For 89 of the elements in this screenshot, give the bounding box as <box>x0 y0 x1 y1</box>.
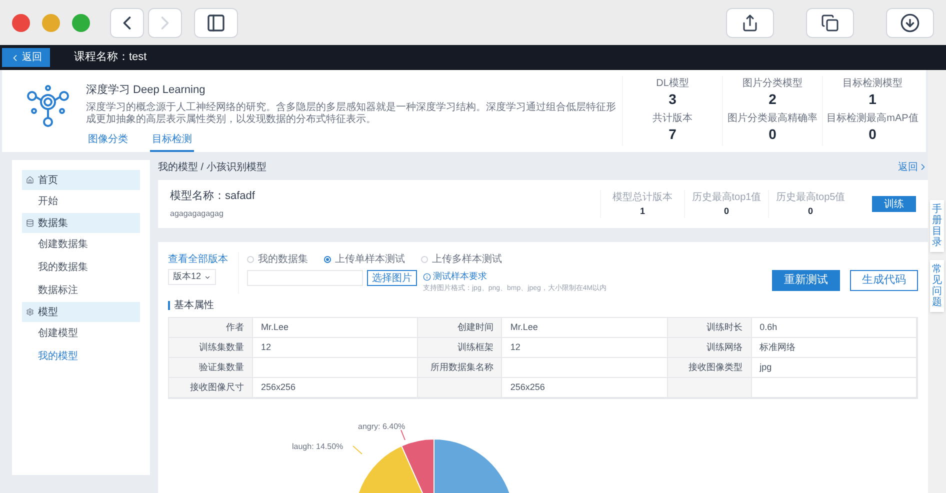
attribute-label-cell: 训练网络 <box>668 338 752 358</box>
group-icon <box>26 308 34 316</box>
back-button[interactable] <box>110 8 144 38</box>
sidebar-icon <box>206 12 226 32</box>
attribute-value-cell: Mr.Lee <box>502 318 668 338</box>
sidebar-group[interactable]: 数据集 <box>22 213 140 233</box>
sidebar-item[interactable]: 创建数据集 <box>22 233 140 256</box>
stat-value: 0 <box>768 126 776 142</box>
choose-image-button[interactable]: 选择图片 <box>367 270 417 286</box>
duplicate-button[interactable] <box>806 8 854 38</box>
share-icon <box>741 14 759 32</box>
course-tab[interactable]: 图像分类 <box>86 132 130 152</box>
generate-code-button[interactable]: 生成代码 <box>850 270 918 291</box>
slice-label: angry: 6.40% <box>358 421 406 433</box>
attribute-label-cell: 作者 <box>169 318 253 338</box>
stat-label: DL模型 <box>656 76 689 91</box>
section-title: 基本属性 <box>174 298 214 313</box>
stat-value: 1 <box>640 204 645 218</box>
sidebar-group[interactable]: 首页 <box>22 170 140 190</box>
network-icon <box>26 84 70 128</box>
attribute-label-cell: 训练时长 <box>668 318 752 338</box>
stat-label: 图片分类模型 <box>742 76 802 91</box>
stat-label: 历史最高top1值 <box>692 190 762 205</box>
attribute-label-cell: 训练框架 <box>418 338 502 358</box>
attribute-label-cell: 接收图像类型 <box>668 358 752 378</box>
download-icon <box>900 12 920 32</box>
return-link[interactable]: 返回 <box>898 160 928 174</box>
model-name: 模型名称：safadf <box>170 188 255 204</box>
leader-line <box>352 445 364 455</box>
train-button[interactable]: 训练 <box>872 196 916 212</box>
all-versions-link[interactable]: 查看全部版本 <box>168 252 238 267</box>
attribute-label-cell: 所用数据集名称 <box>418 358 502 378</box>
attribute-label-cell: 接收图像尺寸 <box>169 378 253 398</box>
share-button[interactable] <box>726 8 774 38</box>
stat-label: 历史最高top5值 <box>776 190 846 205</box>
close-icon[interactable] <box>12 14 30 32</box>
stat-label: 目标检测最高mAP值 <box>826 112 918 126</box>
sidebar-group[interactable]: 模型 <box>22 302 140 322</box>
stat-label: 共计版本 <box>652 112 692 126</box>
section-marker <box>168 301 170 310</box>
stat-value: 3 <box>668 91 676 107</box>
stat-label: 模型总计版本 <box>612 190 672 205</box>
attribute-value-cell: 0.6h <box>752 318 917 338</box>
course-description: 深度学习的概念源于人工神经网络的研究。含多隐层的多层感知器就是一种深度学习结构。深度学习通过组合低层特征形成更加抽象的高层表示属性类别，以发现数据的分布式特征表示。 <box>86 102 616 126</box>
breadcrumb: 我的模型 / 小孩识别模型 <box>158 160 266 174</box>
retest-button[interactable]: 重新测试 <box>772 270 840 291</box>
back-link-button[interactable]: 返回 <box>2 48 50 67</box>
side-tab[interactable]: 常见问题 <box>930 260 944 312</box>
stat-value: 2 <box>768 91 776 107</box>
attribute-label-cell: 训练集数量 <box>169 338 253 358</box>
info-icon <box>423 272 431 281</box>
course-tab[interactable]: 目标检测 <box>150 132 194 152</box>
stat-value: 7 <box>668 126 676 142</box>
attribute-value-cell: 标准网络 <box>752 338 917 358</box>
side-tab[interactable]: 手册目录 <box>930 200 944 252</box>
attribute-value-cell: 256x256 <box>502 378 668 398</box>
stat-value: 0 <box>808 204 813 218</box>
stat-value: 1 <box>868 91 876 107</box>
sidebar-toggle-button[interactable] <box>194 8 238 38</box>
course-name: 课程名称：test <box>74 50 147 66</box>
group-icon <box>26 219 34 227</box>
file-path-field[interactable] <box>247 270 363 286</box>
copy-icon <box>821 14 839 32</box>
attribute-value-cell: 256x256 <box>253 378 418 398</box>
attribute-value-cell: jpg <box>752 358 917 378</box>
slice-label: laugh: 14.50% <box>292 441 344 453</box>
attribute-label-cell: 创建时间 <box>418 318 502 338</box>
stat-label: 图片分类最高精确率 <box>728 112 818 126</box>
course-title: 深度学习 Deep Learning <box>86 82 206 98</box>
source-radio[interactable]: 上传多样本测试 <box>421 252 502 267</box>
caret-icon <box>204 274 211 280</box>
requirements-link[interactable]: 测试样本要求 <box>423 270 607 284</box>
sidebar-item[interactable]: 数据标注 <box>22 279 140 302</box>
stat-label: 目标检测模型 <box>842 76 902 91</box>
sidebar-item[interactable]: 创建模型 <box>22 322 140 345</box>
stat-value: 0 <box>868 126 876 142</box>
version-select[interactable]: 版本12 <box>168 269 216 285</box>
model-description: agagagagagag <box>170 208 224 220</box>
source-radio[interactable]: 我的数据集 <box>247 252 308 267</box>
group-icon <box>26 176 34 184</box>
stat-value: 0 <box>724 204 729 218</box>
sidebar-item[interactable]: 我的数据集 <box>22 256 140 279</box>
source-radio[interactable]: 上传单样本测试 <box>324 252 405 267</box>
attribute-label-cell: 验证集数量 <box>169 358 253 378</box>
sidebar-item[interactable]: 我的模型 <box>22 345 140 368</box>
download-button[interactable] <box>886 8 934 38</box>
leader-line <box>400 429 408 441</box>
attribute-value-cell: 12 <box>502 338 668 358</box>
sidebar-item[interactable]: 开始 <box>22 190 140 213</box>
